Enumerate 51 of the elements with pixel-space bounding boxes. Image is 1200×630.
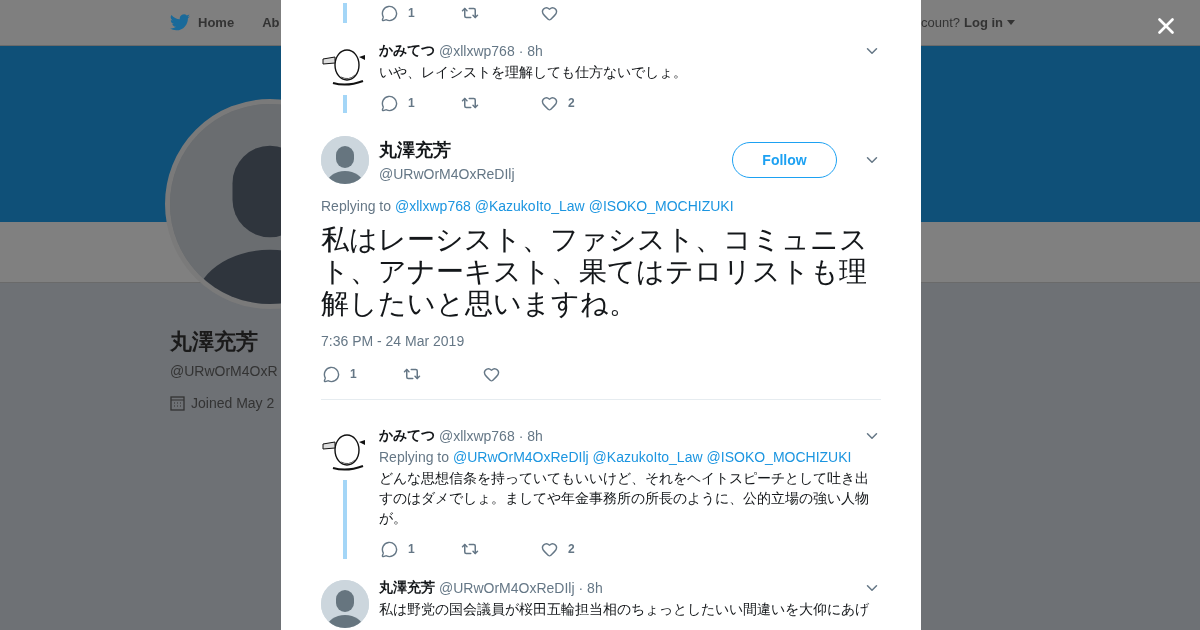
tweet-timestamp: 7:36 PM - 24 Mar 2019 <box>321 332 466 350</box>
mention-link[interactable]: @xllxwp768 <box>395 198 471 214</box>
comment-icon <box>323 365 340 383</box>
replying-label: Replying to <box>321 198 392 214</box>
user-name: かみてつ <box>379 42 435 60</box>
heart-icon <box>541 94 558 112</box>
user-handle: @xllxwp768 <box>439 428 515 444</box>
like-button[interactable]: 2 <box>539 93 619 113</box>
profile-name: 丸澤充芳 <box>170 328 258 356</box>
bird-icon <box>170 14 190 31</box>
joined-date: Joined May 2 <box>191 395 275 411</box>
comment-icon <box>381 94 398 112</box>
tweet-text: どんな思想信条を持っていてもいいけど、それをヘイトスピーチとして吐き出すのはダメでしょ。ましてや年金事務所の所長のように、公的立場の強い人物が。 <box>379 470 870 528</box>
mention-link[interactable]: @ISOKO_MOCHIZUKI <box>706 449 852 465</box>
reply-button[interactable]: 1 <box>379 3 459 23</box>
reply-button[interactable]: 1 <box>379 93 459 113</box>
tweet-time: · 8h <box>518 43 543 59</box>
caret-icon <box>1007 20 1015 25</box>
mention-link[interactable]: @KazukoIto_Law <box>474 198 585 214</box>
home-link[interactable]: Home <box>198 15 235 30</box>
heart-icon <box>541 540 558 558</box>
mention-link[interactable]: @URwOrM4OxReDIlj <box>453 449 589 465</box>
user-name: かみてつ <box>379 427 435 445</box>
login-link[interactable]: Log in <box>964 15 1003 30</box>
avatar <box>321 580 369 628</box>
user-handle: @URwOrM4OxReDIlj <box>379 166 515 182</box>
heart-icon <box>541 4 558 22</box>
mention-link[interactable]: @KazukoIto_Law <box>592 449 703 465</box>
profile-handle: @URwOrM4OxR <box>170 363 278 379</box>
reply-button[interactable]: 1 <box>321 364 401 384</box>
heart-icon <box>483 365 500 383</box>
follow-button[interactable]: Follow <box>732 142 837 178</box>
mention-link[interactable]: @ISOKO_MOCHIZUKI <box>588 198 734 214</box>
user-name: 丸澤充芳 <box>379 579 435 597</box>
user-handle: @URwOrM4OxReDIlj <box>439 580 575 596</box>
tweet-text: 私は野党の国会議員が桜田五輪担当相のちょっとしたいい間違いを大仰にあげ <box>379 601 870 619</box>
tweet-text: 私はレーシスト、ファシスト、コミュニスト、アナーキスト、果てはテロリストも理解したいと思いますね。 <box>321 224 869 320</box>
user-handle: @xllxwp768 <box>439 43 515 59</box>
about-link[interactable]: Ab <box>262 15 280 30</box>
user-name: 丸澤充芳 <box>379 139 452 162</box>
reply-button[interactable]: 1 <box>379 539 459 559</box>
comment-icon <box>381 540 398 558</box>
avatar <box>321 136 369 184</box>
like-button[interactable]: 2 <box>539 539 619 559</box>
account-prompt: count? <box>920 15 960 30</box>
replying-label: Replying to <box>379 449 450 465</box>
tweet-text: いや、レイシストを理解しても仕方ないでしょ。 <box>379 64 688 82</box>
calendar-icon <box>170 395 185 411</box>
tweet-time: · 8h <box>518 428 543 444</box>
comment-icon <box>381 4 398 22</box>
tweet-time: · 8h <box>578 580 603 596</box>
